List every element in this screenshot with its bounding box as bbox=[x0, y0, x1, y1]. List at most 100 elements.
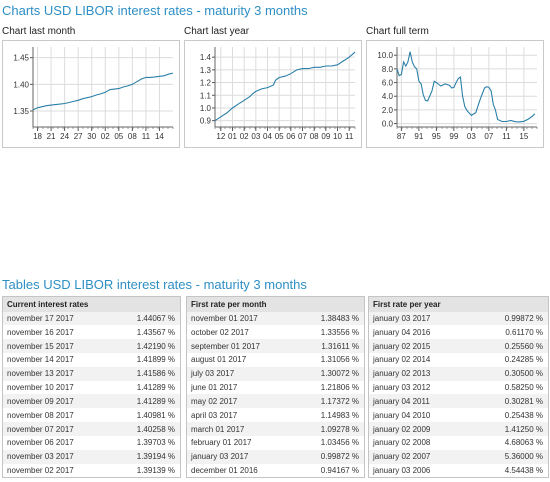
y-tick-label: 6.0 bbox=[382, 79, 394, 88]
x-tick-label: 91 bbox=[414, 132, 423, 141]
y-tick-label: 0.0 bbox=[382, 120, 394, 129]
row-date: november 10 2017 bbox=[2, 380, 101, 395]
row-rate: 1.31056 % bbox=[284, 352, 365, 367]
y-tick-label: 1.4 bbox=[200, 53, 212, 62]
x-tick-label: 21 bbox=[47, 132, 56, 141]
row-rate: 1.14983 % bbox=[284, 408, 365, 423]
table-row: january 04 2016 0.61170 % bbox=[368, 325, 549, 340]
table-row: november 10 2017 1.41289 % bbox=[2, 380, 181, 395]
row-date: january 03 2017 bbox=[368, 311, 467, 326]
row-date: november 07 2017 bbox=[2, 422, 101, 436]
x-tick-label: 11 bbox=[502, 132, 511, 141]
chart-title: Chart last year bbox=[184, 26, 250, 37]
row-date: september 01 2017 bbox=[186, 339, 285, 353]
row-rate: 1.41899 % bbox=[100, 352, 181, 367]
row-rate: 5.36000 % bbox=[466, 449, 549, 464]
table-header: Current interest rates bbox=[2, 296, 181, 312]
row-rate: 1.21806 % bbox=[284, 380, 365, 395]
row-date: may 02 2017 bbox=[186, 394, 285, 409]
table-row: november 08 2017 1.40981 % bbox=[2, 408, 181, 423]
row-rate: 0.99872 % bbox=[284, 449, 365, 464]
row-date: november 13 2017 bbox=[2, 366, 101, 381]
table-row: march 01 2017 1.09278 % bbox=[186, 422, 365, 436]
x-tick-label: 01 bbox=[228, 132, 237, 141]
x-tick-label: 10 bbox=[333, 132, 342, 141]
table-row: november 03 2017 1.39194 % bbox=[2, 449, 181, 464]
current-rates-table: Current interest rates november 17 2017 1… bbox=[2, 296, 182, 478]
row-date: january 02 2009 bbox=[368, 422, 467, 436]
x-tick-label: 07 bbox=[484, 132, 493, 141]
x-tick-label: 24 bbox=[60, 132, 69, 141]
x-tick-label: 08 bbox=[128, 132, 137, 141]
row-rate: 4.54438 % bbox=[466, 463, 549, 478]
row-rate: 1.39703 % bbox=[100, 435, 181, 450]
row-rate: 1.03456 % bbox=[284, 435, 365, 450]
row-rate: 0.25438 % bbox=[466, 408, 549, 423]
table-row: november 16 2017 1.43567 % bbox=[2, 325, 181, 340]
table-row: november 01 2017 1.38483 % bbox=[186, 311, 365, 326]
row-date: january 02 2008 bbox=[368, 435, 467, 450]
row-date: january 02 2007 bbox=[368, 449, 467, 464]
table-row: january 04 2010 0.25438 % bbox=[368, 408, 549, 423]
row-date: november 08 2017 bbox=[2, 408, 101, 423]
row-date: august 01 2017 bbox=[186, 352, 285, 367]
x-tick-label: 27 bbox=[74, 132, 83, 141]
first-rate-per-month-table: First rate per month november 01 2017 1.3… bbox=[186, 296, 366, 478]
chart-last-year-plot: 0.9 1.0 1.1 1.2 1.3 1.4 12 01 02 03 04 05 06 07 08 09 10… bbox=[200, 47, 356, 141]
row-rate: 1.40258 % bbox=[100, 422, 181, 436]
row-date: december 01 2016 bbox=[186, 463, 285, 478]
table-row: november 02 2017 1.39139 % bbox=[2, 463, 181, 478]
row-date: november 01 2017 bbox=[186, 311, 285, 326]
tables-heading: Tables USD LIBOR interest rates - maturi… bbox=[2, 277, 307, 292]
x-tick-label: 06 bbox=[286, 132, 295, 141]
row-date: january 03 2006 bbox=[368, 463, 467, 478]
row-date: july 03 2017 bbox=[186, 366, 285, 381]
chart-full-term-plot: 0.0 2.0 4.0 6.0 8.0 10.0 87 91 95 99 03 07 11 15 bbox=[377, 47, 538, 141]
row-date: october 02 2017 bbox=[186, 325, 285, 340]
y-tick-label: 1.40 bbox=[13, 80, 29, 89]
row-date: november 03 2017 bbox=[2, 449, 101, 464]
row-date: june 01 2017 bbox=[186, 380, 285, 395]
table-row: january 02 2008 4.68063 % bbox=[368, 435, 549, 450]
row-rate: 1.38483 % bbox=[284, 311, 365, 326]
x-tick-label: 30 bbox=[87, 132, 96, 141]
table-row: january 03 2017 0.99872 % bbox=[186, 449, 365, 464]
x-tick-label: 02 bbox=[101, 132, 110, 141]
x-tick-label: 12 bbox=[216, 132, 225, 141]
x-tick-label: 18 bbox=[33, 132, 42, 141]
y-tick-label: 10.0 bbox=[377, 51, 393, 60]
charts-heading: Charts USD LIBOR interest rates - maturi… bbox=[2, 3, 308, 18]
x-tick-label: 07 bbox=[298, 132, 307, 141]
y-tick-label: 1.3 bbox=[200, 66, 212, 75]
x-tick-label: 95 bbox=[432, 132, 441, 141]
table-row: april 03 2017 1.14983 % bbox=[186, 408, 365, 423]
row-date: november 09 2017 bbox=[2, 394, 101, 409]
table-row: september 01 2017 1.31611 % bbox=[186, 339, 365, 353]
row-date: april 03 2017 bbox=[186, 408, 285, 423]
y-tick-label: 1.35 bbox=[13, 107, 29, 116]
chart-title: Chart last month bbox=[2, 26, 76, 37]
x-tick-label: 02 bbox=[240, 132, 249, 141]
chart-title: Chart full term bbox=[366, 26, 429, 37]
row-rate: 1.30072 % bbox=[284, 366, 365, 381]
x-tick-label: 08 bbox=[310, 132, 319, 141]
table-row: december 01 2016 0.94167 % bbox=[186, 463, 365, 478]
row-rate: 0.94167 % bbox=[284, 463, 365, 478]
table-row: november 15 2017 1.42190 % bbox=[2, 339, 181, 353]
y-tick-label: 8.0 bbox=[382, 65, 394, 74]
row-rate: 1.41250 % bbox=[466, 422, 549, 436]
table-header: First rate per year bbox=[368, 296, 549, 312]
y-tick-label: 1.1 bbox=[200, 91, 212, 100]
table-row: january 04 2011 0.30281 % bbox=[368, 394, 549, 409]
row-rate: 1.43567 % bbox=[100, 325, 181, 340]
y-tick-label: 0.9 bbox=[200, 117, 212, 126]
row-rate: 1.17372 % bbox=[284, 394, 365, 409]
row-rate: 0.30281 % bbox=[466, 394, 549, 409]
row-date: november 06 2017 bbox=[2, 435, 101, 450]
x-tick-label: 03 bbox=[467, 132, 476, 141]
y-tick-label: 2.0 bbox=[382, 106, 394, 115]
tables-container: Current interest rates november 17 2017 1… bbox=[2, 296, 549, 478]
chart-last-year: Chart last year 0.9 1.0 1.1 1.2 1.3 1.4 12 01 02… bbox=[184, 26, 362, 148]
row-rate: 1.39139 % bbox=[100, 463, 181, 478]
series-line bbox=[32, 72, 174, 111]
